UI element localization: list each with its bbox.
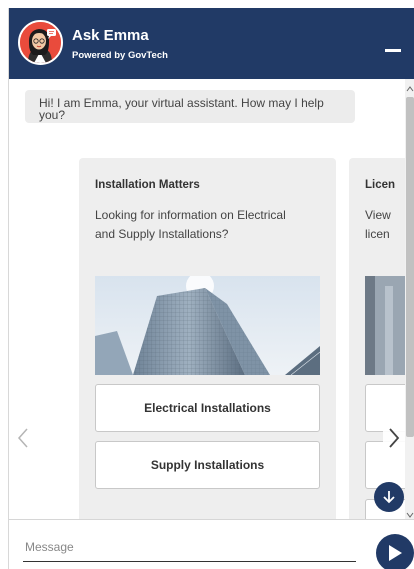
greeting-message: Hi! I am Emma, your virtual assistant. H…	[25, 90, 355, 123]
message-input[interactable]	[23, 532, 356, 562]
minimize-icon[interactable]	[385, 40, 403, 58]
supply-installations-button[interactable]: Supply Installations	[95, 441, 320, 489]
licence-image	[365, 276, 405, 375]
building-image	[95, 276, 320, 375]
electrical-installations-button[interactable]: Electrical Installations	[95, 384, 320, 432]
message-area[interactable]: Hi! I am Emma, your virtual assistant. H…	[9, 79, 414, 519]
card-title: Licen	[365, 179, 396, 191]
card-description: View licen	[365, 208, 391, 241]
card-carousel: Installation Matters Looking for informa…	[9, 158, 405, 519]
chat-title: Ask Emma	[72, 27, 149, 44]
chevron-right-icon[interactable]	[383, 402, 405, 474]
chat-scrollbar[interactable]	[405, 79, 414, 519]
message-composer	[9, 519, 414, 569]
scrollbar-thumb[interactable]	[406, 97, 414, 437]
carousel-card-installation: Installation Matters Looking for informa…	[79, 158, 336, 519]
scroll-down-arrow-icon[interactable]	[406, 507, 414, 518]
scroll-up-arrow-icon[interactable]	[406, 81, 414, 92]
chat-window: Ask Emma Powered by GovTech Hi! I am Emm…	[8, 8, 414, 569]
card-description: Looking for information on Electrical an…	[95, 208, 286, 241]
chat-subtitle: Powered by GovTech	[72, 50, 168, 61]
arrow-down-icon[interactable]	[374, 482, 404, 512]
send-icon[interactable]	[376, 534, 414, 569]
chevron-left-icon[interactable]	[9, 402, 37, 474]
chat-header: Ask Emma Powered by GovTech	[9, 8, 414, 79]
card-title: Installation Matters	[95, 179, 200, 191]
emma-avatar-icon	[18, 20, 63, 65]
